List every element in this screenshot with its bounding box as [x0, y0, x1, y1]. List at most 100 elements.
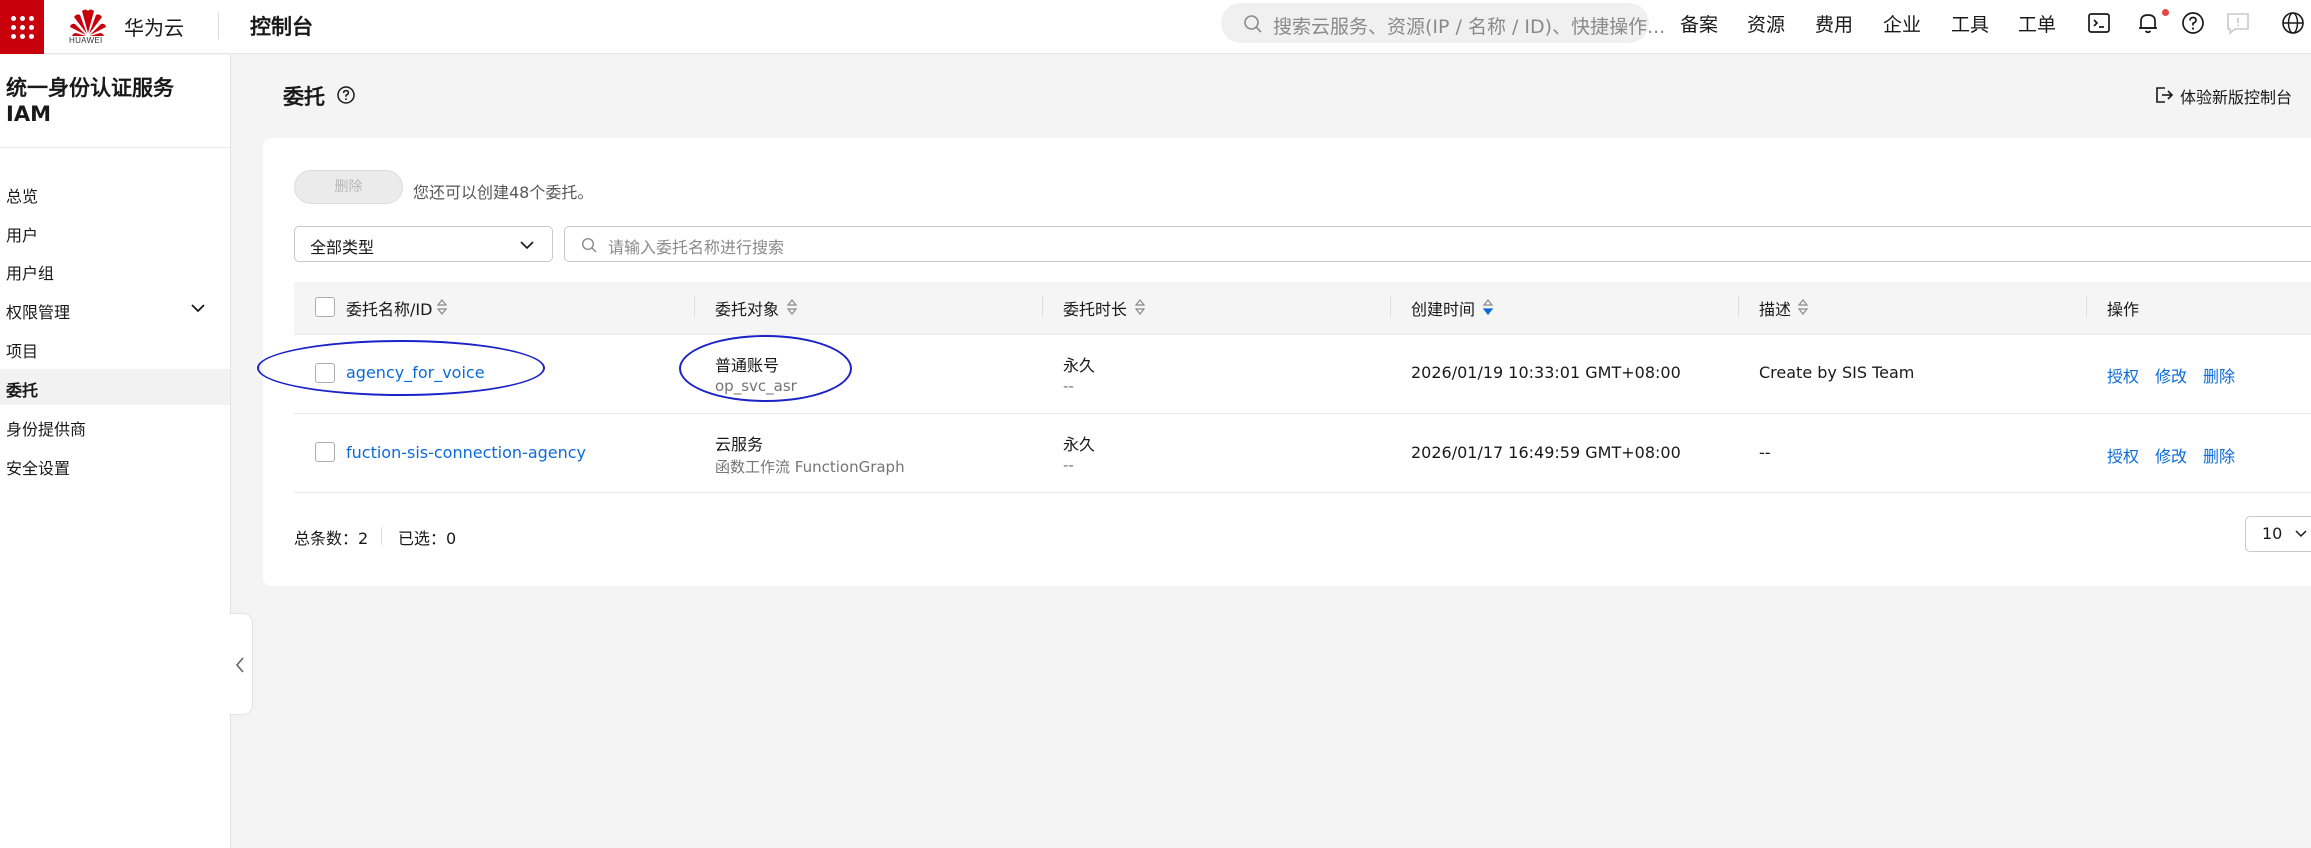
- menu-grid-icon[interactable]: [0, 0, 44, 54]
- column-header-actions: 操作: [2107, 300, 2140, 319]
- notification-dot: [2162, 9, 2169, 16]
- chevron-down-icon: [520, 241, 534, 250]
- nav-filing[interactable]: 备案: [1680, 10, 1718, 37]
- agency-object-sub: 函数工作流 FunctionGraph: [715, 458, 905, 476]
- search-placeholder: 搜索云服务、资源(IP / 名称 / ID)、快捷操作...: [1273, 16, 1666, 38]
- delete-button[interactable]: 删除: [294, 170, 403, 204]
- row-checkbox[interactable]: [315, 442, 335, 462]
- divider: [218, 13, 219, 39]
- page-size-select[interactable]: 10: [2245, 516, 2311, 552]
- divider: [381, 527, 382, 545]
- divider: [0, 147, 230, 148]
- sidebar-item-agencies[interactable]: 委托: [0, 369, 230, 405]
- sidebar-item-identity-providers[interactable]: 身份提供商: [0, 408, 230, 444]
- column-divider: [1738, 297, 1739, 317]
- authorize-link[interactable]: 授权: [2107, 443, 2139, 467]
- content-card: [263, 138, 2311, 586]
- sidebar-item-permissions[interactable]: 权限管理: [0, 291, 230, 327]
- table-header: [294, 282, 2311, 334]
- column-divider: [2086, 297, 2087, 317]
- authorize-link[interactable]: 授权: [2107, 363, 2139, 387]
- page-size-value: 10: [2262, 524, 2283, 543]
- search-icon: [581, 237, 597, 253]
- sidebar-collapse-button[interactable]: [229, 613, 253, 715]
- modify-link[interactable]: 修改: [2155, 443, 2187, 467]
- top-bar: HUAWEI 华为云 控制台 搜索云服务、资源(IP / 名称 / ID)、快捷…: [0, 0, 2311, 54]
- nav-enterprise[interactable]: 企业: [1883, 10, 1921, 37]
- column-divider: [1390, 297, 1391, 317]
- type-select[interactable]: 全部类型: [294, 226, 553, 262]
- chevron-left-icon: [235, 657, 244, 673]
- column-header-duration[interactable]: 委托时长: [1063, 296, 1127, 320]
- selected-count: 已选：0: [398, 529, 457, 548]
- nav-tickets[interactable]: 工单: [2018, 10, 2056, 37]
- agency-object: 云服务: [715, 435, 764, 454]
- total-count: 总条数：2: [294, 529, 369, 548]
- row-divider: [294, 413, 2311, 414]
- nav-resources[interactable]: 资源: [1747, 10, 1785, 37]
- delete-link[interactable]: 删除: [2203, 363, 2235, 387]
- sort-icon[interactable]: [436, 298, 448, 316]
- agency-duration-sub: --: [1063, 377, 1074, 395]
- agency-description: Create by SIS Team: [1759, 363, 1915, 382]
- type-select-value: 全部类型: [310, 238, 375, 257]
- service-title: 统一身份认证服务 IAM: [6, 76, 174, 126]
- sidebar-item-label: 委托: [6, 381, 39, 400]
- feedback-icon[interactable]: [2225, 10, 2251, 36]
- sort-desc-icon[interactable]: [1482, 298, 1494, 316]
- global-search[interactable]: 搜索云服务、资源(IP / 名称 / ID)、快捷操作...: [1221, 3, 1665, 43]
- logo-text: HUAWEI: [69, 36, 103, 45]
- sidebar-item-security-settings[interactable]: 安全设置: [0, 447, 230, 483]
- agency-duration: 永久: [1063, 356, 1096, 375]
- column-header-created[interactable]: 创建时间: [1411, 296, 1475, 320]
- sidebar: 统一身份认证服务 IAM 总览 用户 用户组 权限管理 项目 委托 身份提供商 …: [0, 55, 231, 848]
- exit-icon: [2156, 87, 2174, 103]
- agency-created-time: 2026/01/17 16:49:59 GMT+08:00: [1411, 443, 1681, 462]
- page-title: 委托: [283, 85, 325, 109]
- nav-billing[interactable]: 费用: [1815, 10, 1853, 37]
- select-all-checkbox[interactable]: [315, 297, 335, 317]
- sort-icon[interactable]: [1797, 298, 1809, 316]
- sidebar-item-label: 项目: [6, 342, 39, 361]
- sidebar-item-user-groups[interactable]: 用户组: [0, 252, 230, 288]
- sidebar-item-overview[interactable]: 总览: [0, 175, 230, 211]
- help-icon[interactable]: [2180, 10, 2206, 36]
- sort-icon[interactable]: [786, 298, 798, 316]
- agency-search-input[interactable]: 请输入委托名称进行搜索: [564, 226, 2311, 262]
- help-icon[interactable]: [336, 85, 356, 105]
- column-header-description[interactable]: 描述: [1759, 296, 1791, 320]
- globe-icon[interactable]: [2280, 10, 2306, 36]
- column-divider: [1042, 297, 1043, 317]
- sidebar-item-projects[interactable]: 项目: [0, 330, 230, 366]
- sort-icon[interactable]: [1134, 298, 1146, 316]
- sidebar-item-label: 身份提供商: [6, 420, 87, 439]
- sidebar-item-label: 总览: [6, 187, 39, 206]
- agency-created-time: 2026/01/19 10:33:01 GMT+08:00: [1411, 363, 1681, 382]
- brand-name[interactable]: 华为云: [124, 12, 184, 41]
- bell-icon[interactable]: [2135, 10, 2161, 36]
- search-placeholder: 请输入委托名称进行搜索: [608, 238, 785, 257]
- agency-description: --: [1759, 443, 1771, 462]
- sidebar-item-users[interactable]: 用户: [0, 214, 230, 250]
- delete-link[interactable]: 删除: [2203, 443, 2235, 467]
- sidebar-item-label: 权限管理: [6, 303, 71, 322]
- column-header-object[interactable]: 委托对象: [715, 296, 779, 320]
- annotation-ellipse: [257, 340, 545, 396]
- new-console-label: 体验新版控制台: [2180, 88, 2293, 107]
- row-divider: [294, 334, 2311, 335]
- console-link[interactable]: 控制台: [250, 11, 313, 41]
- row-divider: [294, 492, 2311, 493]
- column-header-name[interactable]: 委托名称/ID: [346, 296, 432, 320]
- terminal-icon[interactable]: [2086, 10, 2112, 36]
- annotation-ellipse: [679, 335, 852, 402]
- nav-tools[interactable]: 工具: [1951, 10, 1989, 37]
- agency-duration-sub: --: [1063, 456, 1074, 474]
- search-icon: [1244, 15, 1262, 33]
- agency-name-link[interactable]: fuction-sis-connection-agency: [346, 443, 586, 462]
- agency-duration: 永久: [1063, 435, 1096, 454]
- modify-link[interactable]: 修改: [2155, 363, 2187, 387]
- sidebar-item-label: 安全设置: [6, 459, 71, 478]
- quota-text: 您还可以创建48个委托。: [413, 183, 594, 202]
- sidebar-item-label: 用户组: [6, 264, 55, 283]
- chevron-down-icon: [191, 304, 205, 313]
